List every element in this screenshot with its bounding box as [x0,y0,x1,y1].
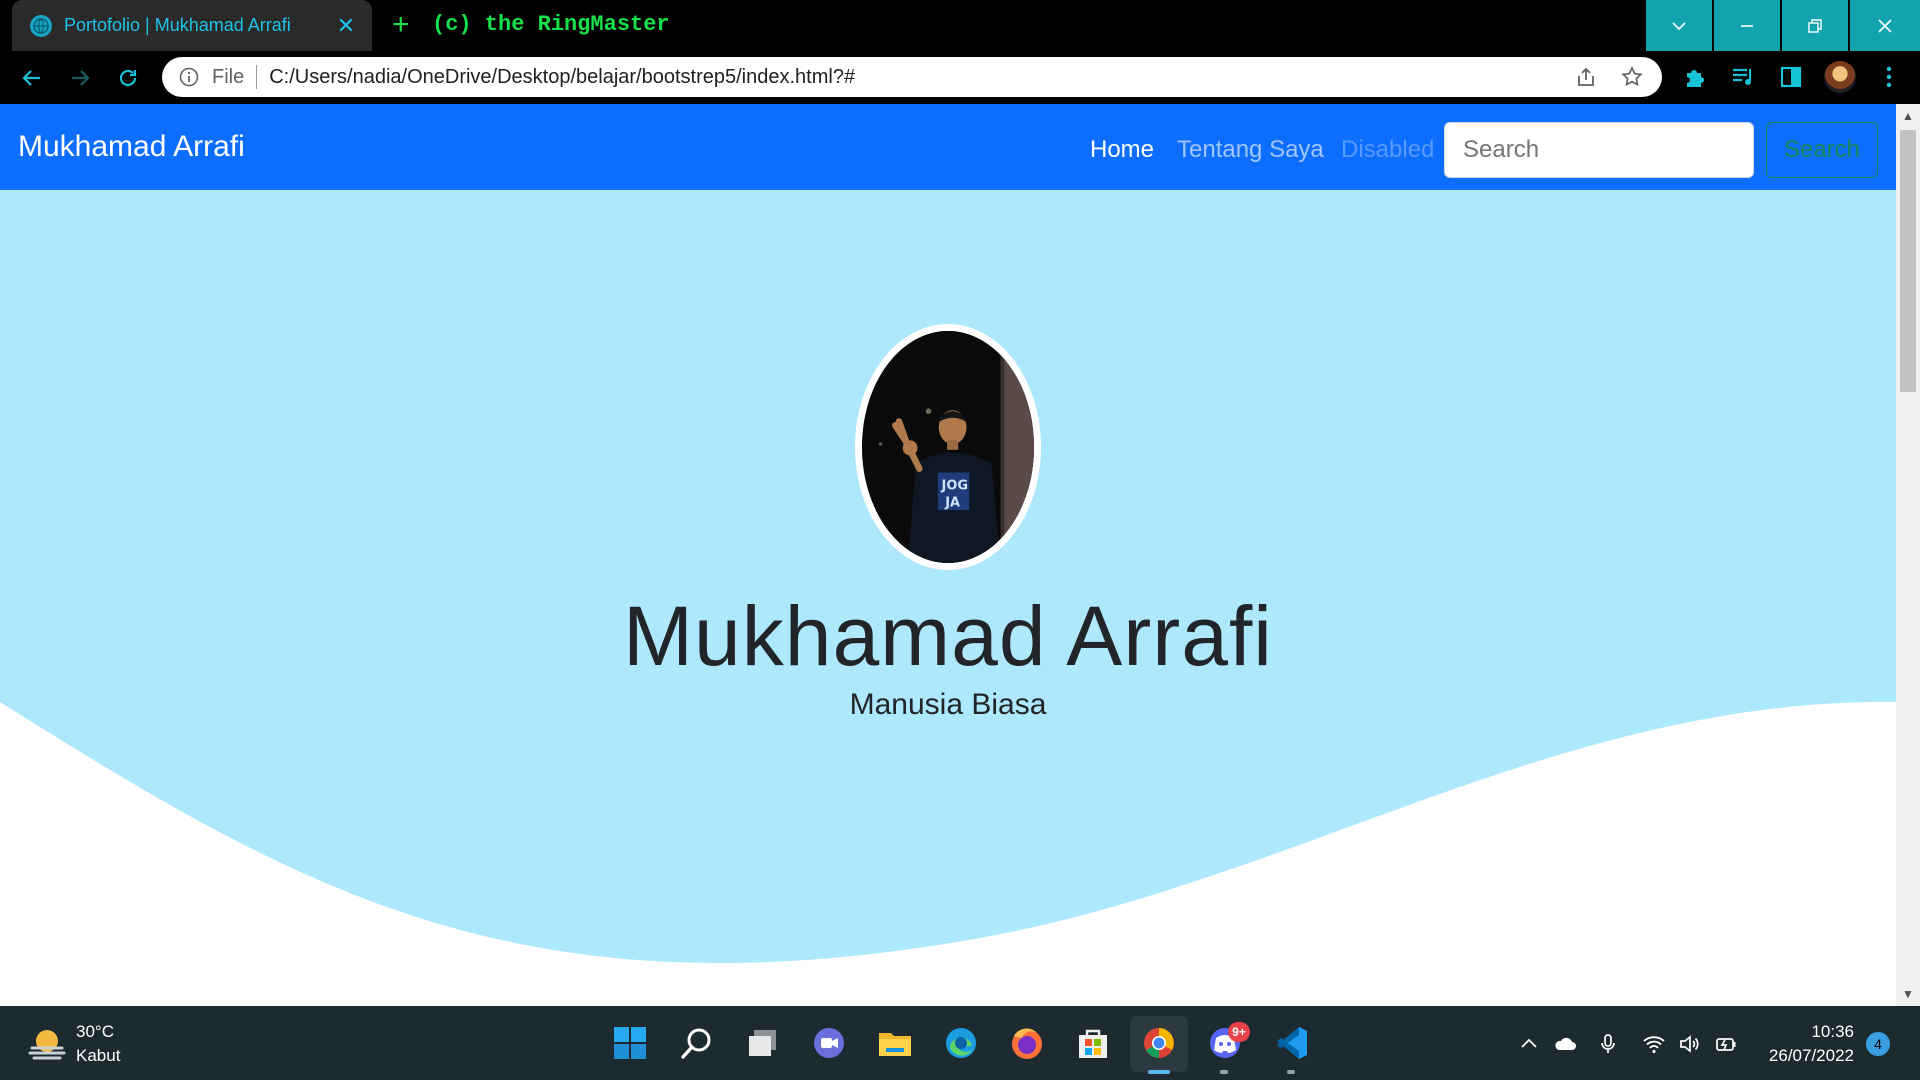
profile-photo: JOG JA [855,324,1041,570]
navbar-brand[interactable]: Mukhamad Arrafi [18,130,245,164]
vscode-icon [1277,1027,1307,1059]
weather-fog-icon[interactable] [28,1026,66,1060]
store-icon [1079,1029,1107,1058]
title-overlay-text: (c) the RingMaster [432,12,670,37]
nav-link-disabled: Disabled [1341,136,1435,163]
microphone-icon[interactable] [1596,1032,1620,1056]
arrow-left-icon [22,70,40,86]
scrollbar-thumb[interactable] [1900,130,1916,392]
nav-link-home[interactable]: Home [1090,136,1154,164]
taskbar-search-button[interactable] [677,1023,717,1063]
firefox-button[interactable] [1007,1023,1047,1063]
more-menu-icon[interactable] [1876,64,1902,90]
vscode-button[interactable] [1271,1023,1311,1063]
profile-photo-image: JOG JA [862,331,1034,563]
microsoft-store-button[interactable] [1073,1023,1113,1063]
vscode-running-indicator [1287,1070,1295,1074]
arrow-right-icon [72,70,90,86]
windows-taskbar: 30°C Kabut 9+ 10:36 26/07/2022 4 [0,1006,1920,1080]
discord-running-indicator [1220,1070,1228,1074]
tab-title: Portofolio | Mukhamad Arrafi [64,15,291,35]
forward-button[interactable] [66,64,94,92]
clock-time[interactable]: 10:36 [1740,1022,1854,1042]
scroll-up-arrow-icon[interactable]: ▲ [1900,108,1916,124]
url-text[interactable]: C:/Users/nadia/OneDrive/Desktop/belajar/… [269,66,855,89]
close-window-button[interactable] [1850,0,1920,51]
start-button[interactable] [610,1023,650,1063]
minimize-button[interactable] [1714,0,1780,51]
page-scrollbar[interactable]: ▲ ▼ [1896,104,1920,1006]
media-playlist-icon[interactable] [1730,64,1756,90]
file-explorer-icon [879,1033,911,1056]
wifi-icon[interactable] [1642,1032,1666,1056]
clock-date[interactable]: 26/07/2022 [1740,1046,1854,1066]
address-bar[interactable]: File C:/Users/nadia/OneDrive/Desktop/bel… [162,57,1662,97]
shirt-text-1: JOG [941,478,968,493]
chrome-button[interactable] [1139,1023,1179,1063]
scroll-down-arrow-icon[interactable]: ▼ [1900,986,1916,1002]
teams-chat-button[interactable] [809,1023,849,1063]
reload-icon [119,69,137,87]
file-explorer-button[interactable] [875,1023,915,1063]
chevron-down-icon [1672,21,1686,30]
bookmark-star-icon[interactable] [1620,65,1644,89]
chrome-running-indicator [1148,1070,1170,1074]
globe-icon [30,14,52,37]
windows-start-icon [614,1027,646,1059]
battery-charging-icon[interactable] [1714,1032,1738,1056]
edge-icon [946,1028,976,1058]
search-button[interactable]: Search [1766,122,1878,178]
nav-link-tentang-saya[interactable]: Tentang Saya [1177,136,1324,164]
chrome-icon [1144,1028,1174,1058]
profile-avatar[interactable] [1824,61,1856,93]
volume-icon[interactable] [1678,1032,1702,1056]
discord-notification-badge: 9+ [1228,1022,1250,1042]
onedrive-cloud-icon[interactable] [1553,1032,1577,1056]
hero-subtitle: Manusia Biasa [849,688,1047,721]
info-icon[interactable] [178,66,200,88]
tab-search-button[interactable] [1646,0,1712,51]
reload-button[interactable] [114,64,142,92]
browser-toolbar: File C:/Users/nadia/OneDrive/Desktop/bel… [0,51,1920,104]
share-icon[interactable] [1574,65,1598,89]
side-panel-icon[interactable] [1778,64,1804,90]
weather-description[interactable]: Kabut [76,1046,120,1066]
edge-button[interactable] [941,1023,981,1063]
shirt-text-2: JA [944,495,961,510]
page-viewport: JOG JA Mukhamad Arrafi Manusia Biasa Muk… [0,104,1896,1006]
tab-close-icon[interactable]: ✕ [334,13,358,39]
search-icon [681,1028,711,1059]
search-input[interactable] [1444,122,1754,178]
url-divider [256,65,258,89]
close-icon [1878,18,1892,33]
restore-button[interactable] [1782,0,1848,51]
extensions-icon[interactable] [1682,64,1708,90]
new-tab-button[interactable]: + [392,10,410,40]
weather-temperature[interactable]: 30°C [76,1022,114,1042]
screen: Portofolio | Mukhamad Arrafi ✕ + (c) the… [0,0,1920,1080]
url-protocol: File [212,65,245,88]
chevron-up-icon[interactable] [1517,1032,1541,1056]
site-navbar: Mukhamad Arrafi Home Tentang Saya Disabl… [0,104,1896,190]
browser-tab[interactable]: Portofolio | Mukhamad Arrafi ✕ [12,0,372,51]
minimize-icon [1741,24,1753,27]
teams-chat-icon [814,1028,844,1058]
task-view-button[interactable] [743,1023,783,1063]
notification-count-badge[interactable]: 4 [1866,1032,1890,1056]
hero-section: JOG JA Mukhamad Arrafi Manusia Biasa [0,190,1896,1006]
task-view-icon [749,1030,776,1056]
back-button[interactable] [18,64,46,92]
firefox-icon [1012,1028,1042,1059]
hero-name: Mukhamad Arrafi [623,589,1273,683]
browser-titlebar: Portofolio | Mukhamad Arrafi ✕ + (c) the… [0,0,1920,51]
restore-icon [1808,18,1822,33]
